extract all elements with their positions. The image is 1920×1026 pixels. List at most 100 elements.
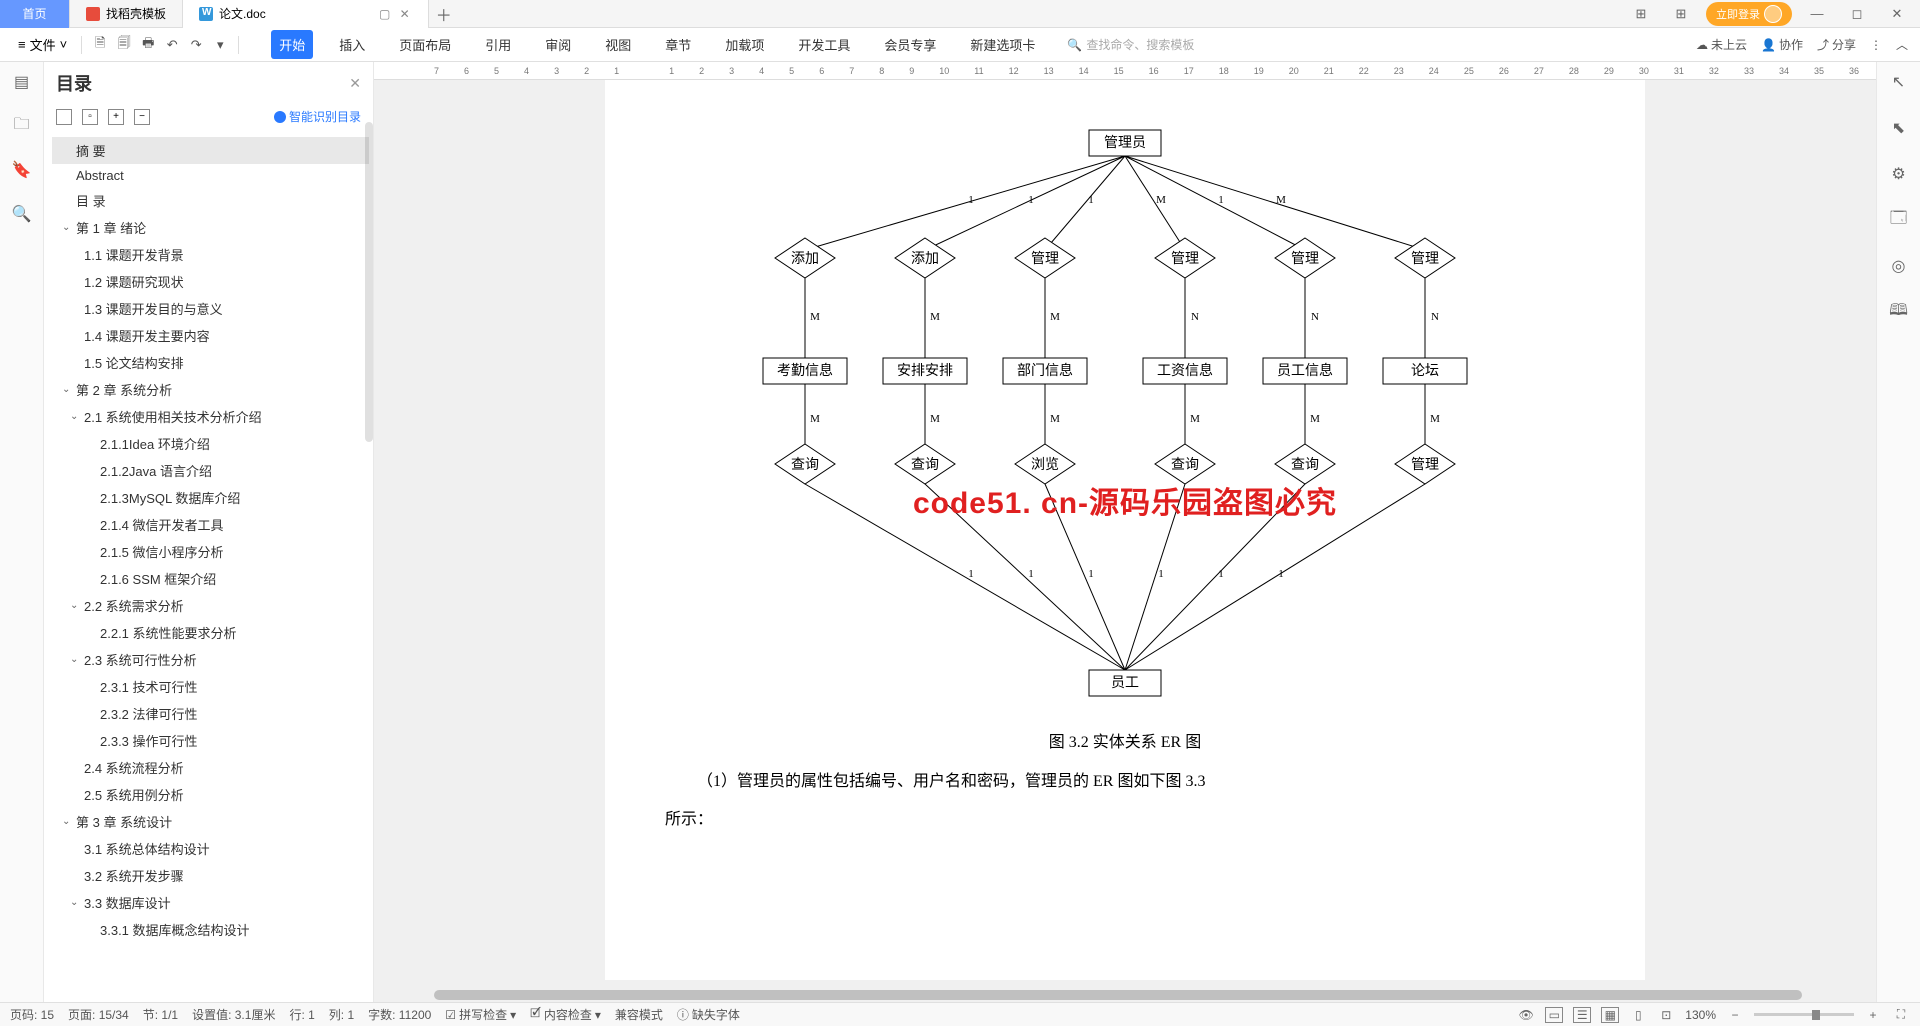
outline-item[interactable]: 2.1.2Java 语言介绍 bbox=[52, 457, 369, 484]
outline-item[interactable]: 摘 要 bbox=[52, 137, 369, 164]
outline-item[interactable]: 1.2 课题研究现状 bbox=[52, 268, 369, 295]
close-button[interactable]: ✕ bbox=[1882, 2, 1912, 26]
ribbon-tab-member[interactable]: 会员专享 bbox=[876, 30, 944, 59]
section[interactable]: 节: 1/1 bbox=[143, 1006, 178, 1023]
missing-font[interactable]: ⓘ 缺失字体 bbox=[677, 1006, 740, 1023]
zoom-out-icon[interactable]: − bbox=[1726, 1007, 1744, 1023]
expand-level-icon[interactable]: ▫ bbox=[82, 109, 98, 125]
outline-item[interactable]: 3.2 系统开发步骤 bbox=[52, 862, 369, 889]
view-page-icon[interactable]: ▭ bbox=[1545, 1007, 1563, 1023]
outline-item[interactable]: 1.4 课题开发主要内容 bbox=[52, 322, 369, 349]
tab-add-button[interactable]: ＋ bbox=[429, 2, 459, 26]
ribbon-tab-view[interactable]: 视图 bbox=[597, 30, 639, 59]
outline-item[interactable]: ⌄2.2 系统需求分析 bbox=[52, 592, 369, 619]
outline-item[interactable]: ⌄第 3 章 系统设计 bbox=[52, 808, 369, 835]
view-outline-icon[interactable]: ☰ bbox=[1573, 1007, 1591, 1023]
cloud-status[interactable]: ☁ 未上云 bbox=[1696, 36, 1747, 53]
outline-item[interactable]: ⌄2.1 系统使用相关技术分析介绍 bbox=[52, 403, 369, 430]
outline-item[interactable]: 2.2.1 系统性能要求分析 bbox=[52, 619, 369, 646]
outline-item[interactable]: 2.3.3 操作可行性 bbox=[52, 727, 369, 754]
tab-popout-icon[interactable]: ▢ bbox=[378, 7, 392, 21]
search-icon[interactable]: 🔍 bbox=[12, 204, 32, 224]
ribbon-tab-insert[interactable]: 插入 bbox=[331, 30, 373, 59]
scrollbar[interactable] bbox=[365, 122, 373, 442]
collapse-all-icon[interactable] bbox=[56, 109, 72, 125]
outline-item[interactable]: 1.3 课题开发目的与意义 bbox=[52, 295, 369, 322]
close-icon[interactable]: ✕ bbox=[349, 75, 361, 92]
close-icon[interactable]: ✕ bbox=[398, 7, 412, 21]
nav-icon[interactable]: 🗀 bbox=[12, 116, 32, 136]
outline-item[interactable]: ⌄2.3 系统可行性分析 bbox=[52, 646, 369, 673]
position[interactable]: 设置值: 3.1厘米 bbox=[192, 1006, 275, 1023]
collapse-icon[interactable]: ︿ bbox=[1896, 36, 1908, 53]
cursor-icon[interactable]: ⬉ bbox=[1889, 118, 1909, 138]
outline-item[interactable]: Abstract bbox=[52, 164, 369, 187]
ribbon-tab-review[interactable]: 审阅 bbox=[537, 30, 579, 59]
page-count[interactable]: 页面: 15/34 bbox=[68, 1006, 129, 1023]
smart-toc-button[interactable]: 智能识别目录 bbox=[274, 108, 361, 125]
search-box[interactable]: 🔍 查找命令、搜索模板 bbox=[1067, 36, 1194, 53]
outline-item[interactable]: 2.1.5 微信小程序分析 bbox=[52, 538, 369, 565]
dropdown-icon[interactable]: ▾ bbox=[210, 35, 230, 55]
ribbon-tab-addin[interactable]: 加载项 bbox=[717, 30, 772, 59]
view-web-icon[interactable]: ▦ bbox=[1601, 1007, 1619, 1023]
spell-check[interactable]: ☑ 拼写检查 ▾ bbox=[445, 1006, 516, 1023]
outline-item[interactable]: 2.1.6 SSM 框架介绍 bbox=[52, 565, 369, 592]
page-number[interactable]: 页码: 15 bbox=[10, 1006, 54, 1023]
outline-item[interactable]: ⌄第 1 章 绪论 bbox=[52, 214, 369, 241]
row[interactable]: 行: 1 bbox=[289, 1006, 314, 1023]
file-menu[interactable]: ≡ 文件 ˅ bbox=[12, 31, 73, 58]
word-count[interactable]: 字数: 11200 bbox=[368, 1006, 431, 1023]
ribbon-tab-chapter[interactable]: 章节 bbox=[657, 30, 699, 59]
outline-item[interactable]: ⌄3.3 数据库设计 bbox=[52, 889, 369, 916]
zoom-slider[interactable] bbox=[1754, 1013, 1854, 1016]
tab-document[interactable]: 论文.doc ▢ ✕ bbox=[183, 0, 429, 28]
ribbon-tab-dev[interactable]: 开发工具 bbox=[790, 30, 858, 59]
print-icon[interactable]: 🗐 bbox=[114, 35, 134, 55]
redo-icon[interactable]: ↷ bbox=[186, 35, 206, 55]
compat-mode[interactable]: 兼容模式 bbox=[615, 1006, 663, 1023]
outline-list[interactable]: 摘 要Abstract目 录⌄第 1 章 绪论1.1 课题开发背景1.2 课题研… bbox=[44, 133, 373, 1002]
outline-item[interactable]: 1.5 论文结构安排 bbox=[52, 349, 369, 376]
select-icon[interactable]: ↖ bbox=[1889, 72, 1909, 92]
remove-icon[interactable]: − bbox=[134, 109, 150, 125]
ribbon-tab-new[interactable]: 新建选项卡 bbox=[962, 30, 1043, 59]
col[interactable]: 列: 1 bbox=[329, 1006, 354, 1023]
ribbon-tab-start[interactable]: 开始 bbox=[271, 30, 313, 59]
settings-icon[interactable]: ⚙ bbox=[1889, 164, 1909, 184]
outline-item[interactable]: 2.5 系统用例分析 bbox=[52, 781, 369, 808]
outline-item[interactable]: 1.1 课题开发背景 bbox=[52, 241, 369, 268]
reading-icon[interactable]: 🕮 bbox=[1889, 302, 1909, 322]
fullscreen-icon[interactable]: ⛶ bbox=[1892, 1007, 1910, 1023]
outline-item[interactable]: 目 录 bbox=[52, 187, 369, 214]
outline-item[interactable]: ⌄第 2 章 系统分析 bbox=[52, 376, 369, 403]
page[interactable]: 本系统的 ER 关系图如下图 3.2 所示： 管理员 111M1M 添加M考勤信… bbox=[605, 80, 1645, 980]
horizontal-scrollbar[interactable] bbox=[374, 988, 1862, 1002]
outline-item[interactable]: 2.3.1 技术可行性 bbox=[52, 673, 369, 700]
outline-icon[interactable]: ▤ bbox=[12, 72, 32, 92]
more-icon[interactable]: ⋮ bbox=[1870, 38, 1882, 52]
bookmark-icon[interactable]: 🔖 bbox=[12, 160, 32, 180]
outline-item[interactable]: 2.1.1Idea 环境介绍 bbox=[52, 430, 369, 457]
maximize-button[interactable]: ◻ bbox=[1842, 2, 1872, 26]
help-icon[interactable]: ◎ bbox=[1889, 256, 1909, 276]
tab-home[interactable]: 首页 bbox=[0, 0, 70, 28]
zoom-fit-icon[interactable]: ⊡ bbox=[1657, 1007, 1675, 1023]
undo-icon[interactable]: ↶ bbox=[162, 35, 182, 55]
outline-item[interactable]: 3.1 系统总体结构设计 bbox=[52, 835, 369, 862]
outline-item[interactable]: 2.3.2 法律可行性 bbox=[52, 700, 369, 727]
eye-icon[interactable]: 👁 bbox=[1517, 1007, 1535, 1023]
outline-item[interactable]: 3.3.1 数据库概念结构设计 bbox=[52, 916, 369, 943]
zoom-value[interactable]: 130% bbox=[1685, 1008, 1716, 1022]
collab-button[interactable]: 👤 协作 bbox=[1761, 36, 1803, 53]
outline-item[interactable]: 2.1.4 微信开发者工具 bbox=[52, 511, 369, 538]
outline-item[interactable]: 2.1.3MySQL 数据库介绍 bbox=[52, 484, 369, 511]
add-icon[interactable]: + bbox=[108, 109, 124, 125]
save-icon[interactable]: 🗎 bbox=[90, 35, 110, 55]
outline-item[interactable]: 2.4 系统流程分析 bbox=[52, 754, 369, 781]
ribbon-tab-layout[interactable]: 页面布局 bbox=[391, 30, 459, 59]
tab-templates[interactable]: 找稻壳模板 bbox=[70, 0, 183, 28]
view-reading-icon[interactable]: ▯ bbox=[1629, 1007, 1647, 1023]
minimize-button[interactable]: — bbox=[1802, 2, 1832, 26]
share-button[interactable]: ⤴ 分享 bbox=[1817, 36, 1856, 53]
